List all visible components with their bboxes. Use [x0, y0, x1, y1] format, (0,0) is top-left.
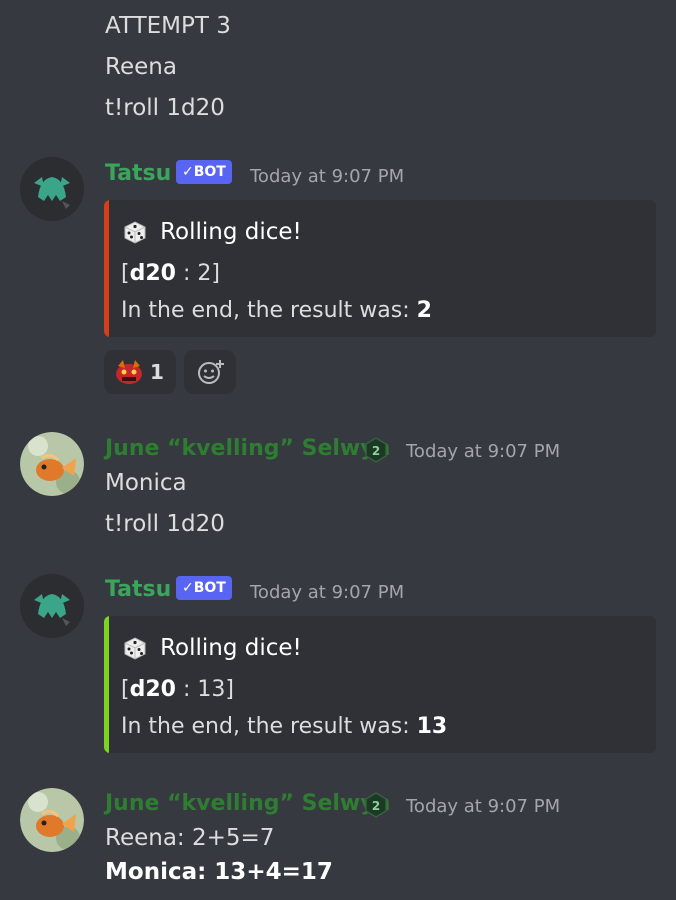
- dice-embed: Rolling dice! [d20 : 2] In the end, the …: [104, 200, 656, 337]
- embed-title: Rolling dice!: [160, 219, 302, 245]
- roll-line: [d20 : 2]: [121, 261, 220, 286]
- tatsu-avatar-icon[interactable]: [20, 157, 84, 221]
- level-badge-icon: 2: [365, 437, 387, 463]
- message-line: Reena: 2+5=7: [105, 825, 275, 851]
- embed-title-row: Rolling dice!: [121, 634, 302, 662]
- add-reaction-button[interactable]: [184, 350, 236, 394]
- author-name[interactable]: Tatsu: [105, 161, 171, 186]
- message-line: ATTEMPT 3: [105, 13, 231, 39]
- embed-title: Rolling dice!: [160, 635, 302, 661]
- goldfish-avatar-icon[interactable]: [20, 432, 84, 496]
- roll-value: : 13]: [175, 677, 234, 702]
- result-line: In the end, the result was: 2: [121, 298, 432, 323]
- bot-tag: ✓BOT: [176, 576, 232, 600]
- author-name[interactable]: Tatsu: [105, 577, 171, 602]
- reaction-button[interactable]: 1: [104, 350, 176, 394]
- roll-line: [d20 : 13]: [121, 677, 234, 702]
- roll-label: d20: [129, 677, 176, 702]
- bot-tag: ✓BOT: [176, 160, 232, 184]
- embed-accent-bar: [104, 616, 109, 753]
- result-line: In the end, the result was: 13: [121, 714, 447, 739]
- result-value: 13: [416, 714, 448, 739]
- red-creature-emoji-icon: [116, 360, 142, 384]
- message-line: Reena: [105, 54, 177, 80]
- dice-icon: [124, 637, 146, 660]
- result-prefix: In the end, the result was:: [121, 298, 417, 323]
- message-line: t!roll 1d20: [105, 511, 225, 537]
- embed-title-row: Rolling dice!: [121, 218, 302, 246]
- add-reaction-icon: [198, 360, 224, 384]
- dice-icon: [124, 221, 146, 244]
- embed-accent-bar: [104, 200, 109, 337]
- roll-label: d20: [129, 261, 176, 286]
- dice-embed: Rolling dice! [d20 : 13] In the end, the…: [104, 616, 656, 753]
- timestamp: Today at 9:07 PM: [406, 796, 561, 817]
- tatsu-avatar-icon[interactable]: [20, 574, 84, 638]
- reaction-count: 1: [150, 360, 164, 384]
- message-line: t!roll 1d20: [105, 95, 225, 121]
- roll-value: : 2]: [175, 261, 220, 286]
- result-prefix: In the end, the result was:: [121, 714, 417, 739]
- goldfish-avatar-icon[interactable]: [20, 788, 84, 852]
- svg-text:2: 2: [372, 799, 380, 813]
- timestamp: Today at 9:07 PM: [250, 166, 405, 187]
- author-name[interactable]: June “kvelling” Selwyn: [105, 436, 390, 461]
- author-name[interactable]: June “kvelling” Selwyn: [105, 791, 390, 816]
- timestamp: Today at 9:07 PM: [250, 582, 405, 603]
- result-value: 2: [416, 298, 432, 323]
- svg-text:2: 2: [372, 444, 380, 458]
- message-line-bold: Monica: 13+4=17: [105, 859, 333, 885]
- message-line: Monica: [105, 470, 187, 496]
- timestamp: Today at 9:07 PM: [406, 441, 561, 462]
- level-badge-icon: 2: [365, 792, 387, 818]
